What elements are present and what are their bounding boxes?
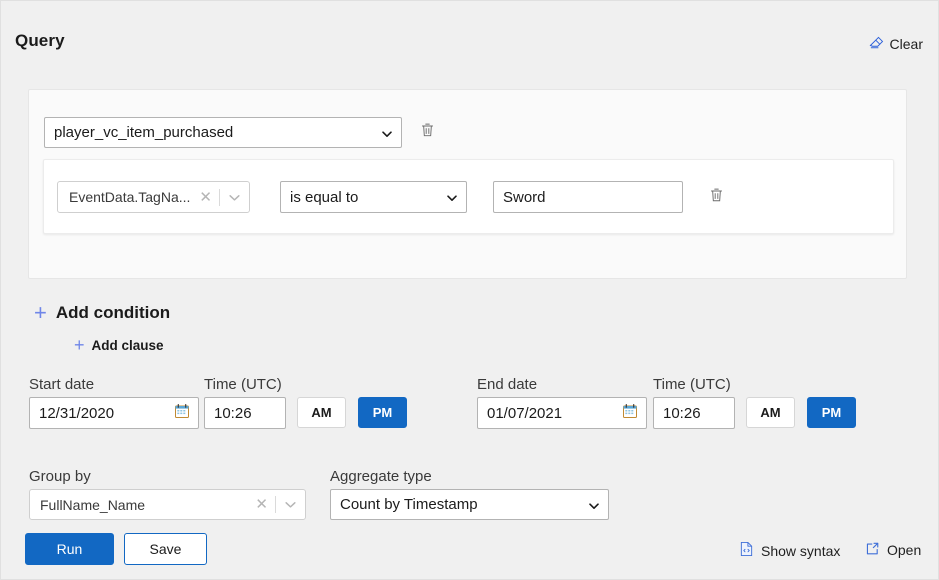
chevron-down-icon[interactable] [276,498,305,511]
start-date-input[interactable]: 12/31/2020 [29,397,199,429]
clause-row: EventData.TagNa... ✕ is equal to [57,181,727,213]
event-select-value: player_vc_item_purchased [54,124,381,141]
group-by-select[interactable]: FullName_Name ✕ [29,489,306,520]
clause-field-select[interactable]: EventData.TagNa... ✕ [57,181,250,213]
x-icon[interactable]: ✕ [246,497,275,512]
start-time-label: Time (UTC) [204,376,282,393]
query-panel: Query Clear player_vc_item_purchased [0,0,939,580]
clause-box: EventData.TagNa... ✕ is equal to [43,159,894,234]
clause-operator-value: is equal to [290,189,446,206]
code-document-icon [739,541,754,560]
chevron-down-icon [588,499,600,511]
save-button[interactable]: Save [124,533,207,565]
aggregate-type-label: Aggregate type [330,468,432,485]
clear-label: Clear [890,36,923,52]
start-time-input[interactable]: 10:26 [204,397,286,429]
show-syntax-label: Show syntax [761,543,840,559]
calendar-icon[interactable] [622,403,638,423]
calendar-icon[interactable] [174,403,190,423]
add-condition-button[interactable]: + Add condition [34,302,170,324]
delete-clause-button[interactable] [707,187,727,207]
clause-operator-select[interactable]: is equal to [280,181,467,213]
event-row: player_vc_item_purchased [44,117,437,148]
end-date-label: End date [477,376,537,393]
eraser-icon [869,35,884,53]
aggregate-type-select[interactable]: Count by Timestamp [330,489,609,520]
aggregate-type-value: Count by Timestamp [340,496,588,513]
plus-icon: + [74,336,85,354]
add-clause-button[interactable]: + Add clause [74,336,164,354]
start-date-label: Start date [29,376,94,393]
page-title: Query [15,31,65,51]
trash-icon [709,187,724,208]
chevron-down-icon [381,127,393,139]
external-link-icon [865,541,880,559]
end-am-button[interactable]: AM [746,397,795,428]
delete-condition-button[interactable] [417,123,437,143]
run-button[interactable]: Run [25,533,114,565]
group-by-label: Group by [29,468,91,485]
start-am-button[interactable]: AM [297,397,346,428]
panel-header: Query Clear [1,1,938,79]
end-time-value: 10:26 [663,405,726,422]
add-clause-label: Add clause [92,338,164,353]
start-time-value: 10:26 [214,405,277,422]
end-time-label: Time (UTC) [653,376,731,393]
clause-value-text: Sword [503,189,546,206]
open-label: Open [887,542,921,558]
chevron-down-icon[interactable] [220,191,249,204]
event-select[interactable]: player_vc_item_purchased [44,117,402,148]
start-pm-button[interactable]: PM [358,397,407,428]
show-syntax-button[interactable]: Show syntax [739,541,840,560]
open-button[interactable]: Open [865,541,921,559]
end-date-input[interactable]: 01/07/2021 [477,397,647,429]
end-pm-button[interactable]: PM [807,397,856,428]
start-date-value: 12/31/2020 [39,405,174,422]
clause-value-input[interactable]: Sword [493,181,683,213]
clause-field-value: EventData.TagNa... [69,189,190,205]
plus-icon: + [34,302,47,324]
chevron-down-icon [446,191,458,203]
end-time-input[interactable]: 10:26 [653,397,735,429]
group-by-value: FullName_Name [40,497,246,513]
add-condition-label: Add condition [56,303,170,323]
trash-icon [420,122,435,143]
end-date-value: 01/07/2021 [487,405,622,422]
condition-card: player_vc_item_purchased [28,89,907,279]
x-icon[interactable]: ✕ [190,190,219,205]
clear-button[interactable]: Clear [869,35,923,53]
